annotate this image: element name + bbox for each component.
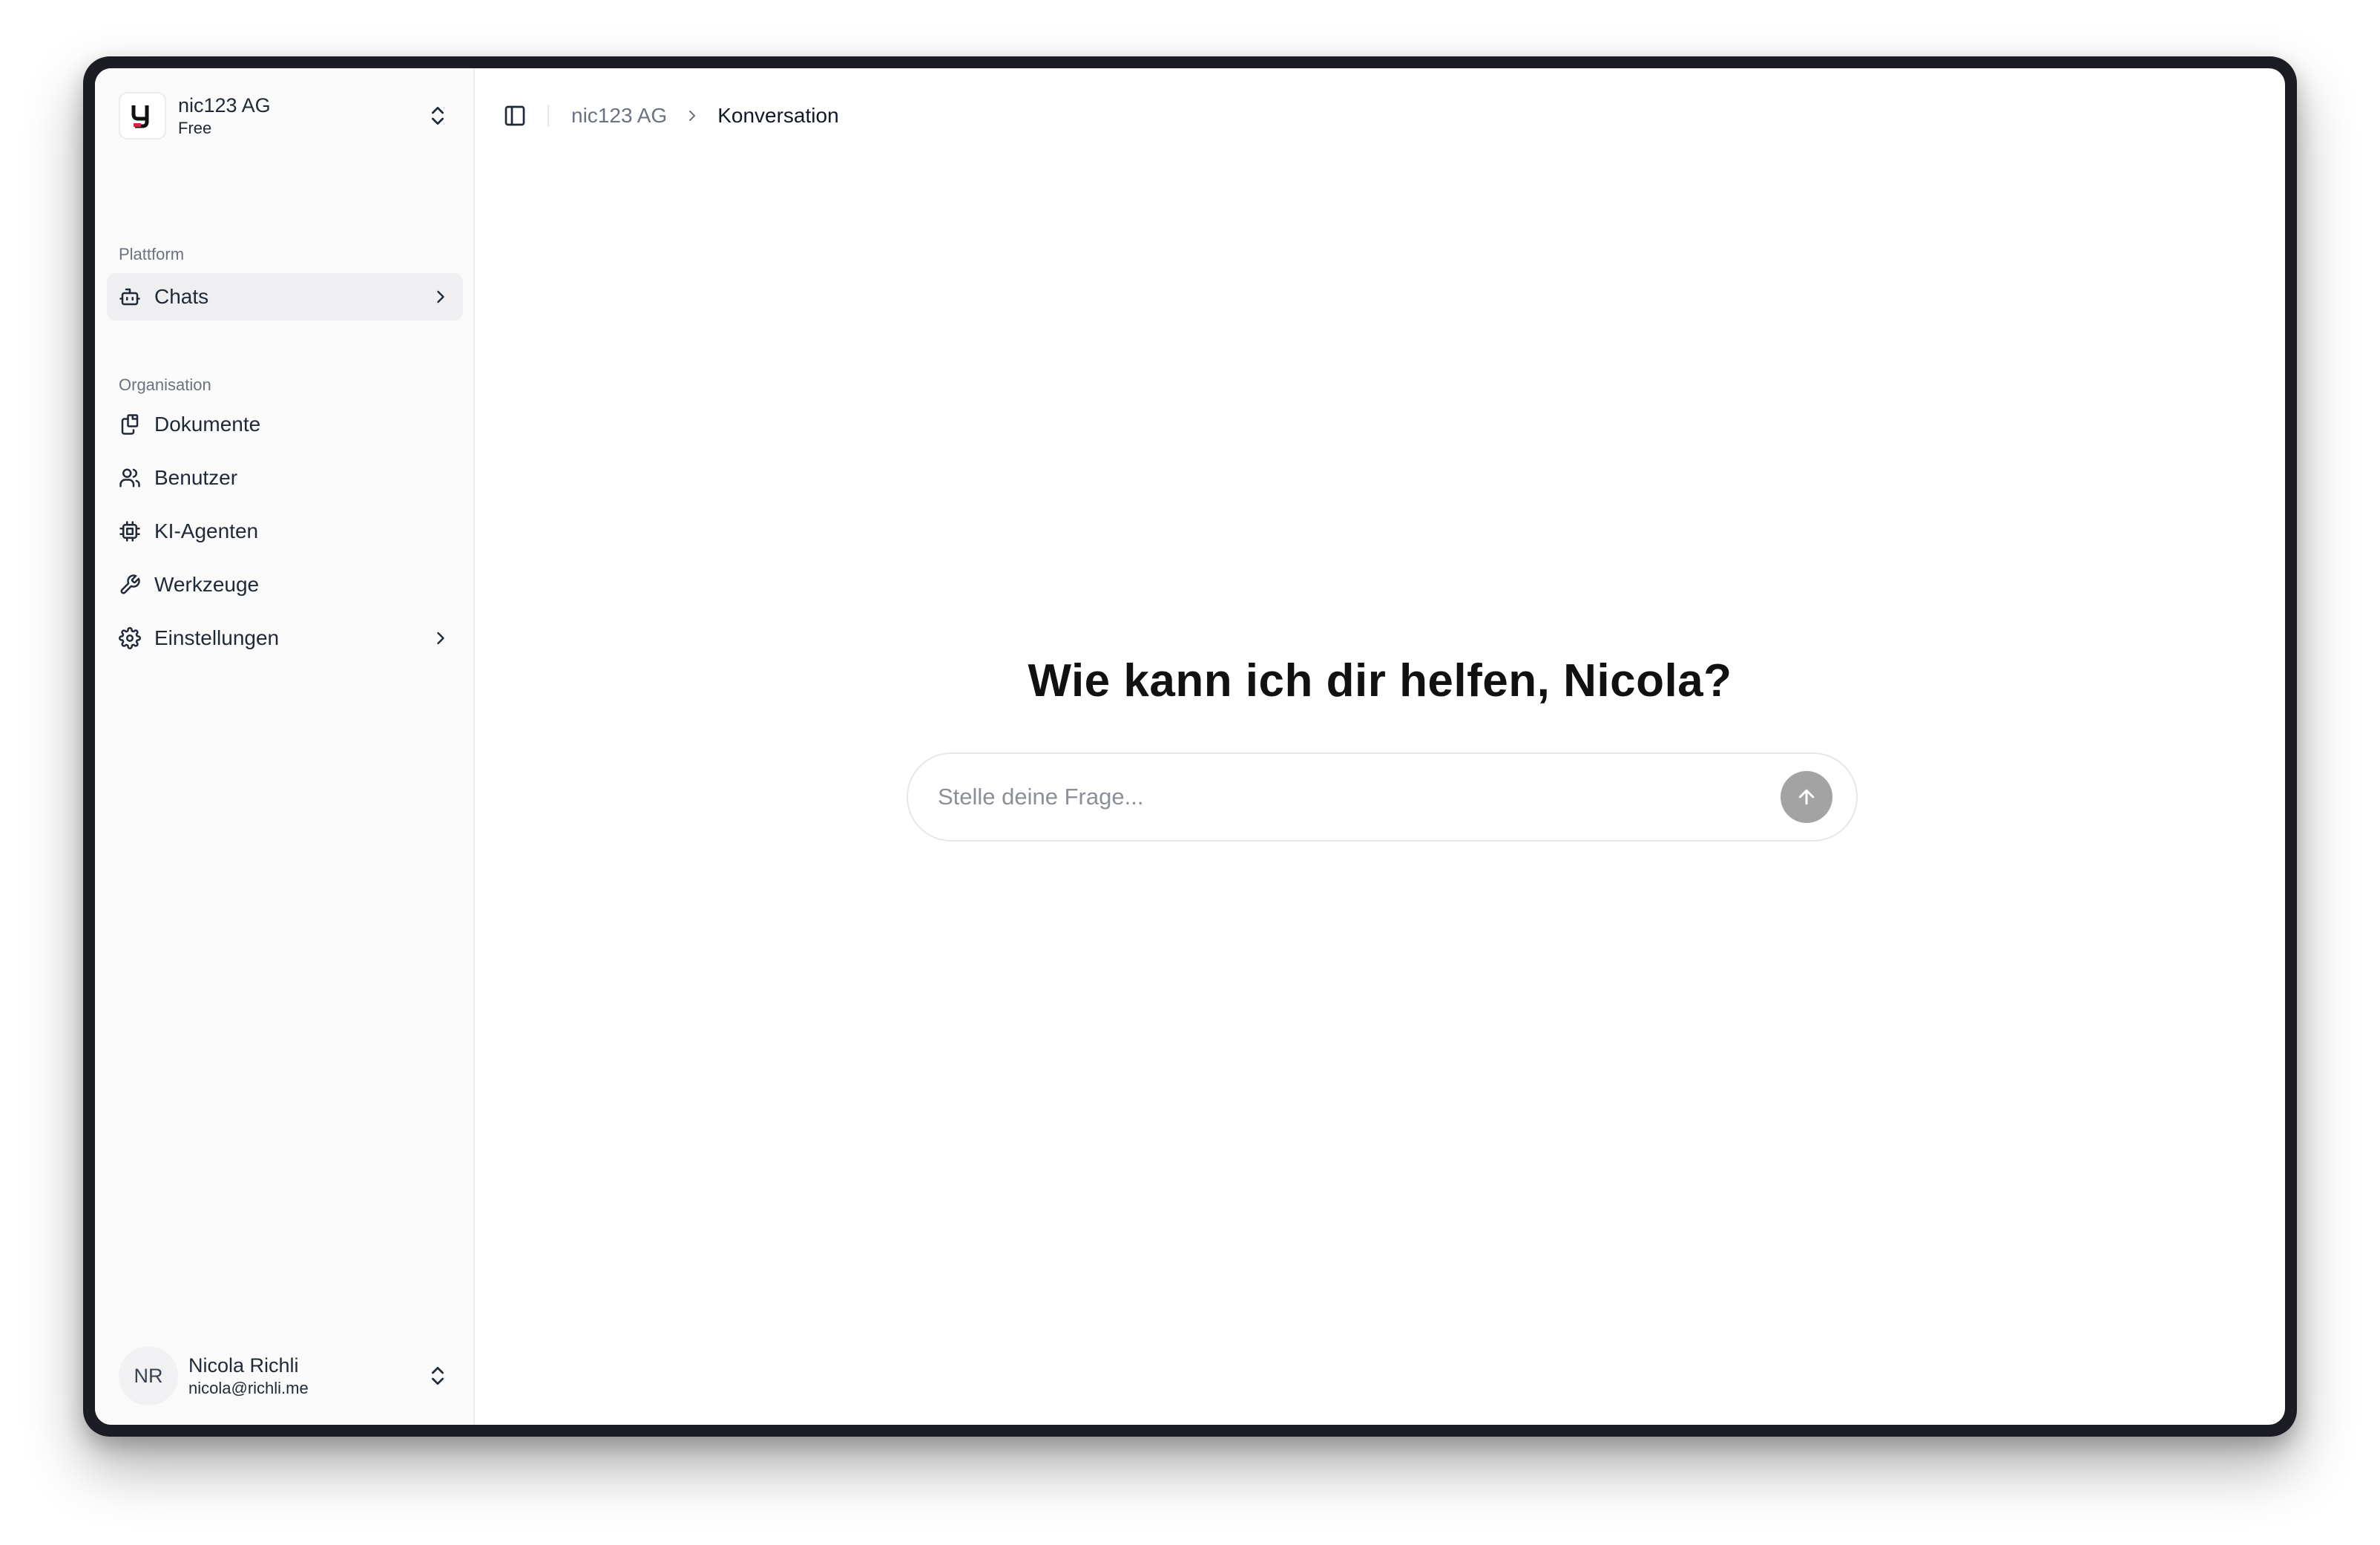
chevrons-up-down-icon — [432, 1367, 444, 1385]
settings-icon — [119, 627, 141, 649]
documents-icon — [121, 414, 139, 435]
app-window: nic123 AG Free Plattform Chats Organisat… — [95, 68, 2285, 1425]
sidebar-item-label: KI-Agenten — [154, 519, 259, 542]
sidebar-item-werkzeuge[interactable]: Werkzeuge — [107, 561, 463, 609]
topbar: nic123 AG Konversation — [475, 68, 2285, 163]
main-content: nic123 AG Konversation Wie kann ich dir … — [475, 68, 2285, 1425]
arrow-up-icon — [1798, 789, 1815, 805]
chevrons-up-down-icon — [432, 107, 444, 125]
user-email: nicola@richli.me — [188, 1379, 309, 1397]
sidebar-item-label: Chats — [154, 285, 209, 308]
org-name: nic123 AG — [178, 94, 271, 117]
chat-input[interactable] — [938, 784, 1781, 810]
group-label-plattform: Plattform — [119, 245, 185, 263]
chevron-right-icon — [689, 111, 696, 121]
greeting-heading: Wie kann ich dir helfen, Nicola? — [1028, 655, 1732, 706]
avatar: NR — [119, 1346, 178, 1405]
sidebar-item-ki-agenten[interactable]: KI-Agenten — [107, 508, 463, 555]
sidebar-item-einstellungen[interactable]: Einstellungen — [107, 614, 463, 662]
topbar-divider — [548, 105, 549, 127]
device-frame: nic123 AG Free Plattform Chats Organisat… — [83, 56, 2297, 1437]
sidebar-item-label: Dokumente — [154, 413, 261, 436]
chat-composer — [907, 752, 1858, 842]
sidebar-item-label: Werkzeuge — [154, 573, 260, 596]
users-icon — [119, 468, 140, 488]
sidebar-item-label: Einstellungen — [154, 626, 280, 649]
chevron-right-icon — [437, 632, 444, 645]
sidebar-item-dokumente[interactable]: Dokumente — [107, 401, 463, 448]
cpu-icon — [119, 521, 140, 542]
breadcrumb: nic123 AG Konversation — [571, 104, 839, 128]
sidebar: nic123 AG Free Plattform Chats Organisat… — [95, 68, 475, 1425]
sidebar-item-label: Benutzer — [154, 466, 238, 489]
user-switcher[interactable]: NR Nicola Richli nicola@richli.me — [107, 1340, 463, 1411]
group-label-organisation: Organisation — [119, 375, 211, 394]
chevron-right-icon — [437, 290, 444, 304]
wrench-icon — [120, 574, 140, 594]
sidebar-item-benutzer[interactable]: Benutzer — [107, 454, 463, 502]
org-logo — [119, 92, 166, 140]
bot-icon — [119, 288, 140, 306]
breadcrumb-current: Konversation — [717, 104, 839, 127]
org-switcher[interactable]: nic123 AG Free — [107, 80, 463, 151]
sidebar-toggle-icon[interactable] — [503, 104, 527, 128]
breadcrumb-parent-link[interactable]: nic123 AG — [571, 104, 667, 128]
sidebar-item-chats[interactable]: Chats — [107, 273, 463, 321]
send-button[interactable] — [1781, 771, 1832, 823]
user-name: Nicola Richli — [188, 1354, 299, 1377]
org-plan: Free — [178, 119, 212, 137]
